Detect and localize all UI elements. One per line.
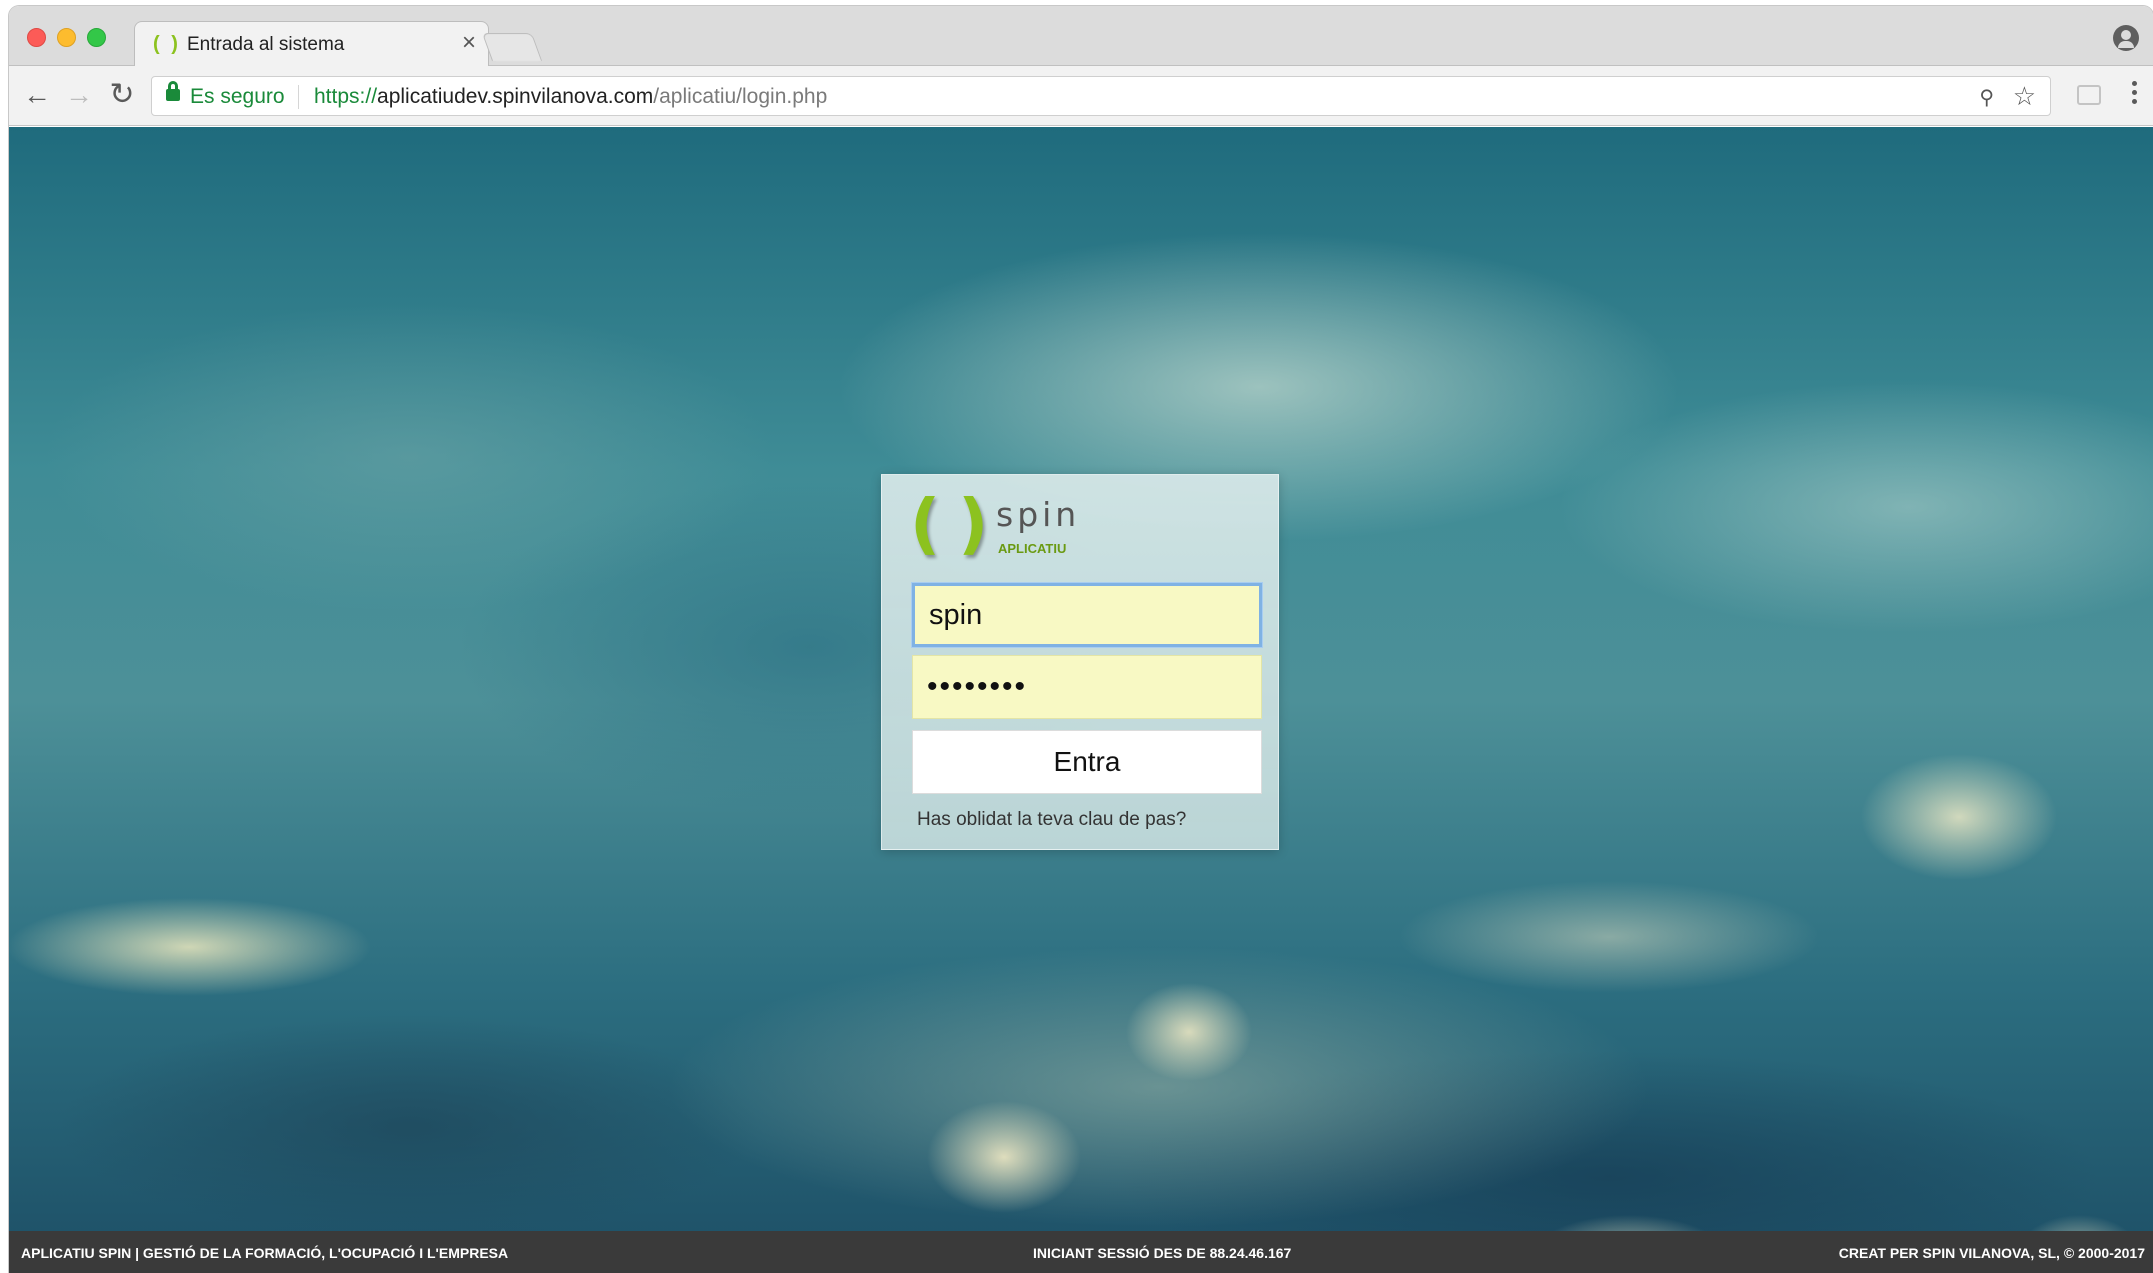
key-icon[interactable]: ⚲ — [1979, 85, 1994, 110]
footer-app-info: APLICATIU SPIN | GESTIÓ DE LA FORMACIÓ, … — [21, 1245, 509, 1261]
lock-icon[interactable] — [166, 81, 180, 101]
maximize-window-button[interactable] — [87, 28, 106, 47]
forward-arrow-icon[interactable]: → — [63, 80, 95, 112]
minimize-window-button[interactable] — [57, 28, 76, 47]
close-window-button[interactable] — [27, 28, 46, 47]
back-arrow-icon[interactable]: ← — [21, 80, 53, 112]
password-input[interactable] — [912, 655, 1262, 719]
browser-toolbar: ← → ↻ Es seguro https://aplicatiudev.spi… — [9, 66, 2153, 126]
url-text[interactable]: https://aplicatiudev.spinvilanova.com/ap… — [314, 85, 827, 109]
extension-icon[interactable] — [2077, 85, 2101, 105]
logo-name: spin — [996, 495, 1081, 534]
close-tab-icon[interactable]: × — [462, 29, 476, 56]
logo-brackets-icon: () — [910, 485, 1007, 562]
footer-session-info: INICIANT SESSIÓ DES DE 88.24.46.167 — [1033, 1245, 1292, 1261]
new-tab-button[interactable] — [481, 33, 543, 61]
browser-window: ( ) Entrada al sistema × ← → ↻ Es seguro… — [9, 6, 2153, 1273]
kebab-menu-icon[interactable] — [2131, 81, 2137, 111]
tab-strip: ( ) Entrada al sistema × — [9, 6, 2153, 67]
logo-subtitle: APLICATIU — [998, 541, 1067, 556]
reload-icon[interactable]: ↻ — [106, 80, 138, 112]
address-separator — [298, 85, 299, 109]
url-host: aplicatiudev.spinvilanova.com — [377, 85, 654, 108]
login-panel: () spin APLICATIU Entra Has oblidat la t… — [881, 474, 1279, 850]
login-button[interactable]: Entra — [912, 730, 1262, 794]
tab-title: Entrada al sistema — [187, 34, 345, 55]
username-input[interactable] — [912, 583, 1262, 647]
spin-logo: () spin APLICATIU — [910, 487, 1110, 563]
url-path: /aplicatiu/login.php — [653, 85, 828, 108]
page-footer: APLICATIU SPIN | GESTIÓ DE LA FORMACIÓ, … — [9, 1231, 2153, 1273]
forgot-password-link[interactable]: Has oblidat la teva clau de pas? — [917, 809, 1186, 831]
url-scheme: https:// — [314, 85, 378, 108]
profile-icon[interactable] — [2113, 25, 2139, 51]
spin-favicon-icon: ( ) — [153, 33, 181, 55]
bookmark-star-icon[interactable]: ☆ — [2013, 81, 2036, 112]
footer-copyright: CREAT PER SPIN VILANOVA, SL, © 2000-2017 — [1838, 1245, 2145, 1261]
address-bar[interactable]: Es seguro https://aplicatiudev.spinvilan… — [151, 76, 2051, 116]
tab-active[interactable]: ( ) Entrada al sistema × — [134, 21, 489, 67]
page-background: () spin APLICATIU Entra Has oblidat la t… — [9, 127, 2153, 1273]
secure-label[interactable]: Es seguro — [190, 85, 285, 109]
